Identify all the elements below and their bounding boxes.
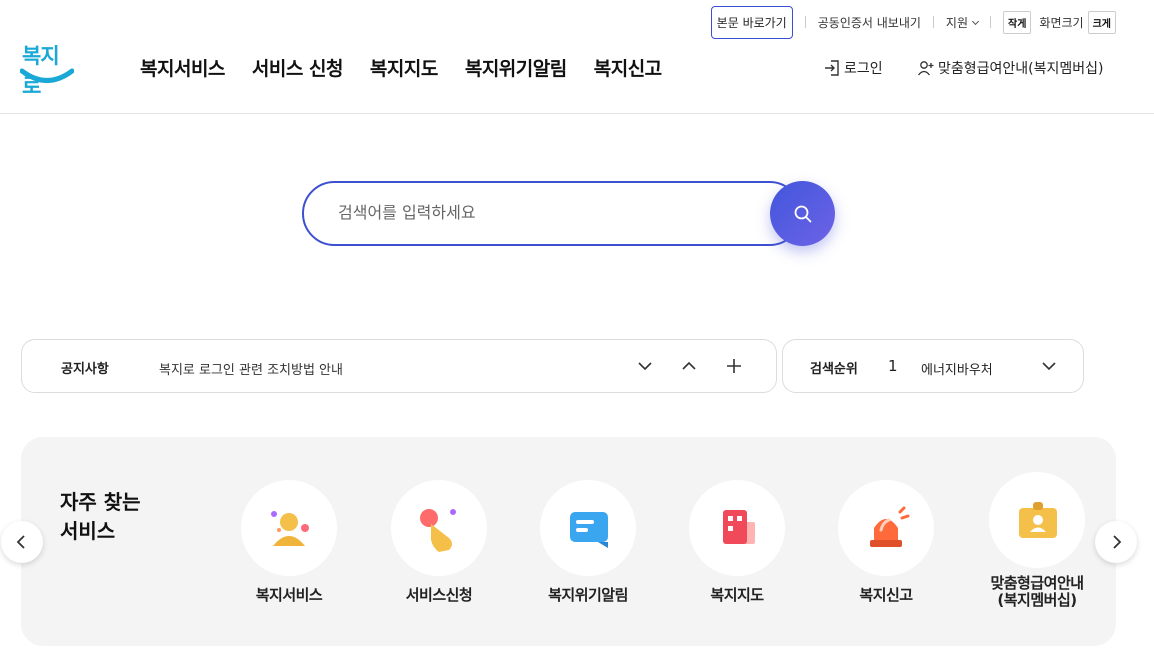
ranking-number: 1 [888,357,898,375]
service-label: 복지지도 [710,586,764,604]
siren-icon [870,506,910,547]
service-item-report[interactable]: 복지신고 [811,480,961,604]
service-item-application[interactable]: 서비스신청 [364,480,514,604]
service-label: 맞춤형급여안내 (복지멤버십) [990,574,1084,609]
skip-to-content-link[interactable]: 본문 바로가기 [710,5,793,39]
service-icon-wrap [540,480,636,576]
service-icon-wrap [391,480,487,576]
id-card-icon [1019,502,1057,538]
service-icon-wrap [989,472,1085,568]
service-label: 복지신고 [859,586,913,604]
service-icon-wrap [689,480,785,576]
membership-link[interactable]: 맞춤형급여안내(복지멤버십) [917,58,1103,78]
utility-bar: 본문 바로가기 공동인증서 내보내기 지원 작게 화면크기 크게 [710,5,1116,39]
notice-item[interactable]: 복지로 로그인 관련 조치방법 안내 [159,359,343,378]
service-label: 서비스신청 [405,586,473,604]
search-box [302,181,802,246]
login-link[interactable]: 로그인 [823,58,883,78]
carousel-next-button[interactable] [1095,521,1137,563]
person-icon [271,511,309,546]
message-icon [570,512,608,548]
chevron-left-icon [16,535,25,549]
zoom-label: 화면크기 [1039,15,1084,30]
notice-prev-button[interactable] [677,354,701,378]
title-line: 자주 찾는 [60,490,141,514]
title-line: 서비스 [60,519,116,543]
user-add-icon [917,61,934,76]
logo-smile-icon [20,68,74,83]
search-input[interactable] [338,203,758,222]
nav-welfare-map[interactable]: 복지지도 [370,54,438,81]
service-item-membership[interactable]: 맞춤형급여안내 (복지멤버십) [962,472,1112,609]
search-icon [794,205,811,222]
search-button[interactable] [770,181,835,246]
service-item-welfare[interactable]: 복지서비스 [214,480,364,604]
chevron-right-icon [1113,535,1122,549]
search-ranking: 검색순위 1 에너지바우처 [782,339,1084,393]
site-logo[interactable]: 복지로 [20,40,76,98]
chevron-up-icon [682,361,696,370]
frequent-services-title: 자주 찾는 서비스 [60,488,180,546]
divider [990,16,992,28]
login-icon [825,60,839,76]
nav-welfare-services[interactable]: 복지서비스 [140,54,225,81]
search-bar [302,181,835,246]
chevron-down-icon [971,17,980,25]
header-divider [0,113,1154,114]
cert-export-link[interactable]: 공동인증서 내보내기 [818,14,921,31]
carousel-prev-button[interactable] [1,521,43,563]
divider [932,16,934,28]
chevron-down-icon [638,362,652,371]
service-icon-wrap [241,480,337,576]
nav-service-application[interactable]: 서비스 신청 [252,54,344,81]
notice-more-button[interactable] [722,354,746,378]
building-icon [723,510,755,544]
nav-crisis-alert[interactable]: 복지위기알림 [465,54,567,81]
nav-welfare-report[interactable]: 복지신고 [594,54,662,81]
service-icon-wrap [838,480,934,576]
service-label: 복지서비스 [255,586,323,604]
support-label: 지원 [945,15,969,30]
notice-label: 공지사항 [61,362,109,377]
login-label: 로그인 [844,61,883,77]
membership-label: 맞춤형급여안내(복지멤버십) [938,61,1104,77]
font-smaller-button[interactable]: 작게 [1003,10,1032,34]
service-label: 복지위기알림 [548,586,628,604]
main-nav: 복지서비스 서비스 신청 복지지도 복지위기알림 복지신고 [140,54,662,81]
chevron-down-icon [1042,362,1056,371]
frequent-services: 자주 찾는 서비스 복지서비스 서비스신청 복지위기알림 복지지도 복지신고 맞… [21,437,1116,646]
notice-bar: 공지사항 복지로 로그인 관련 조치방법 안내 [21,339,777,393]
font-larger-button[interactable]: 크게 [1087,10,1116,34]
support-menu[interactable]: 지원 [945,14,980,31]
service-item-crisis-alert[interactable]: 복지위기알림 [513,480,663,604]
ranking-term[interactable]: 에너지바우처 [921,359,991,378]
divider [804,16,806,28]
ranking-label: 검색순위 [810,362,858,377]
hand-tap-icon [420,509,456,552]
notice-next-button[interactable] [633,354,657,378]
service-item-welfare-map[interactable]: 복지지도 [662,480,812,604]
ranking-expand-button[interactable] [1037,354,1061,378]
plus-icon [727,359,741,373]
